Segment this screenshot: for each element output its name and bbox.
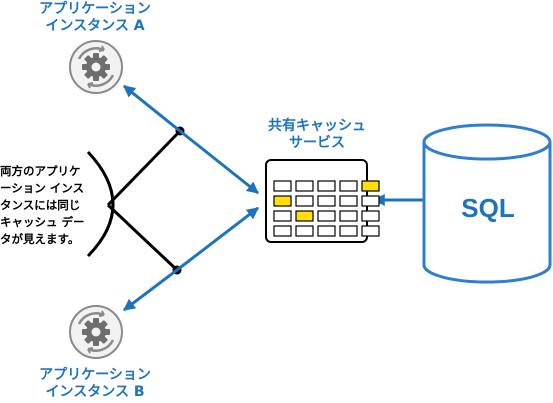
arrow-to-app-a	[123, 84, 181, 133]
cache-cell	[295, 195, 314, 207]
cache-cell	[339, 180, 358, 192]
arrow-to-app-b	[123, 268, 178, 312]
cache-cell	[339, 195, 358, 207]
diagram-canvas: SQL	[69, 40, 552, 359]
cache-cell	[273, 225, 292, 237]
cache-cell	[295, 210, 314, 222]
connector-lower	[106, 203, 179, 272]
connector-upper	[106, 129, 182, 207]
arrow-upper-to-cache	[179, 129, 259, 195]
cache-cell	[339, 210, 358, 222]
sql-label: SQL	[461, 193, 515, 223]
cache-cell	[361, 180, 380, 192]
cache-cell	[273, 195, 292, 207]
cache-cell	[295, 225, 314, 237]
cache-cell	[273, 210, 292, 222]
app-a-gear-icon	[69, 40, 123, 94]
cache-cell	[361, 225, 380, 237]
cache-cell	[339, 225, 358, 237]
cache-cell	[317, 195, 336, 207]
cache-cell	[317, 180, 336, 192]
cache-cell	[295, 180, 314, 192]
cache-cell	[361, 195, 380, 207]
cache-cell	[317, 210, 336, 222]
arrow-lower-to-cache	[176, 206, 259, 272]
cache-cell	[317, 225, 336, 237]
app-b-gear-icon	[69, 305, 123, 359]
cache-cell	[273, 180, 292, 192]
cache-cell	[361, 210, 380, 222]
cache-grid-icon	[265, 159, 380, 243]
